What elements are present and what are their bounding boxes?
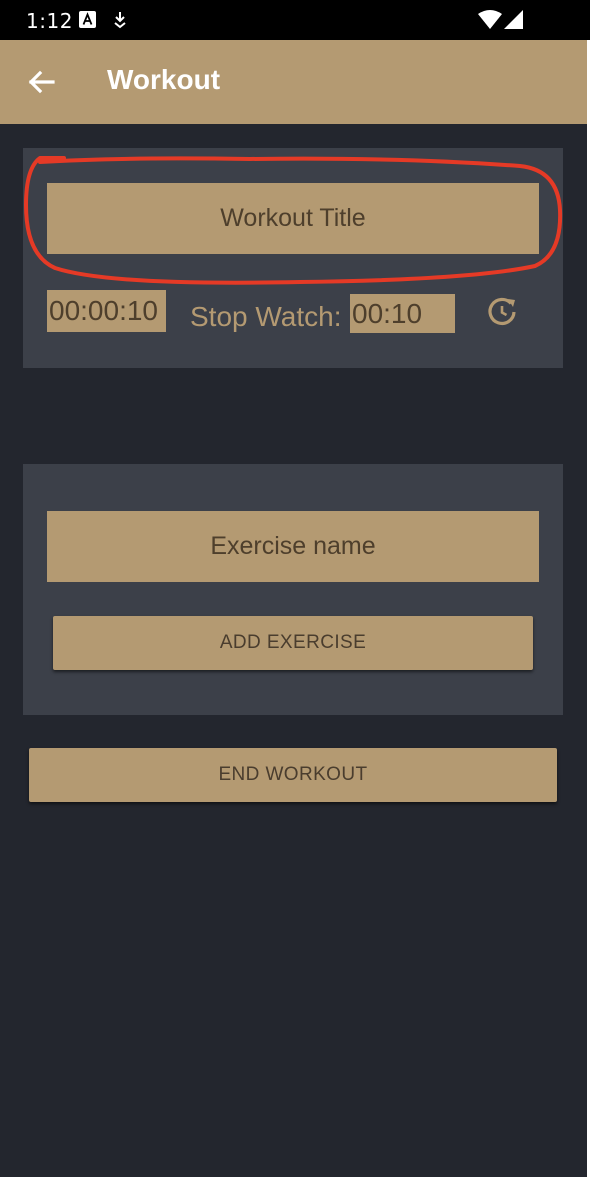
app-bar: Workout bbox=[0, 40, 587, 124]
exercise-name-field[interactable] bbox=[47, 510, 539, 583]
app-notification-icon bbox=[79, 11, 96, 28]
workout-screen: 00:00:10 Stop Watch: 00:10 ADD EXERCISE … bbox=[0, 124, 587, 1177]
arrow-back-icon bbox=[28, 70, 55, 94]
status-time: 1:12 bbox=[26, 9, 73, 33]
add-exercise-button[interactable]: ADD EXERCISE bbox=[53, 616, 533, 670]
cell-signal-icon bbox=[504, 10, 523, 29]
exercise-name-input[interactable] bbox=[47, 510, 539, 583]
workout-timer: 00:00:10 bbox=[47, 290, 166, 332]
workout-title-field[interactable] bbox=[47, 182, 539, 255]
exercise-card: ADD EXERCISE bbox=[23, 464, 563, 715]
back-button[interactable] bbox=[20, 60, 64, 104]
wifi-icon bbox=[478, 10, 502, 29]
end-workout-button[interactable]: END WORKOUT bbox=[29, 748, 557, 802]
reset-timer-icon[interactable] bbox=[485, 295, 519, 329]
workout-card: 00:00:10 Stop Watch: 00:10 bbox=[23, 148, 563, 368]
workout-title-input[interactable] bbox=[47, 182, 539, 255]
stopwatch-value: 00:10 bbox=[350, 294, 455, 333]
page-title: Workout bbox=[107, 64, 221, 95]
download-notification-icon bbox=[114, 12, 126, 29]
stopwatch-label: Stop Watch: bbox=[190, 301, 342, 332]
status-bar: 1:12 bbox=[0, 0, 590, 40]
